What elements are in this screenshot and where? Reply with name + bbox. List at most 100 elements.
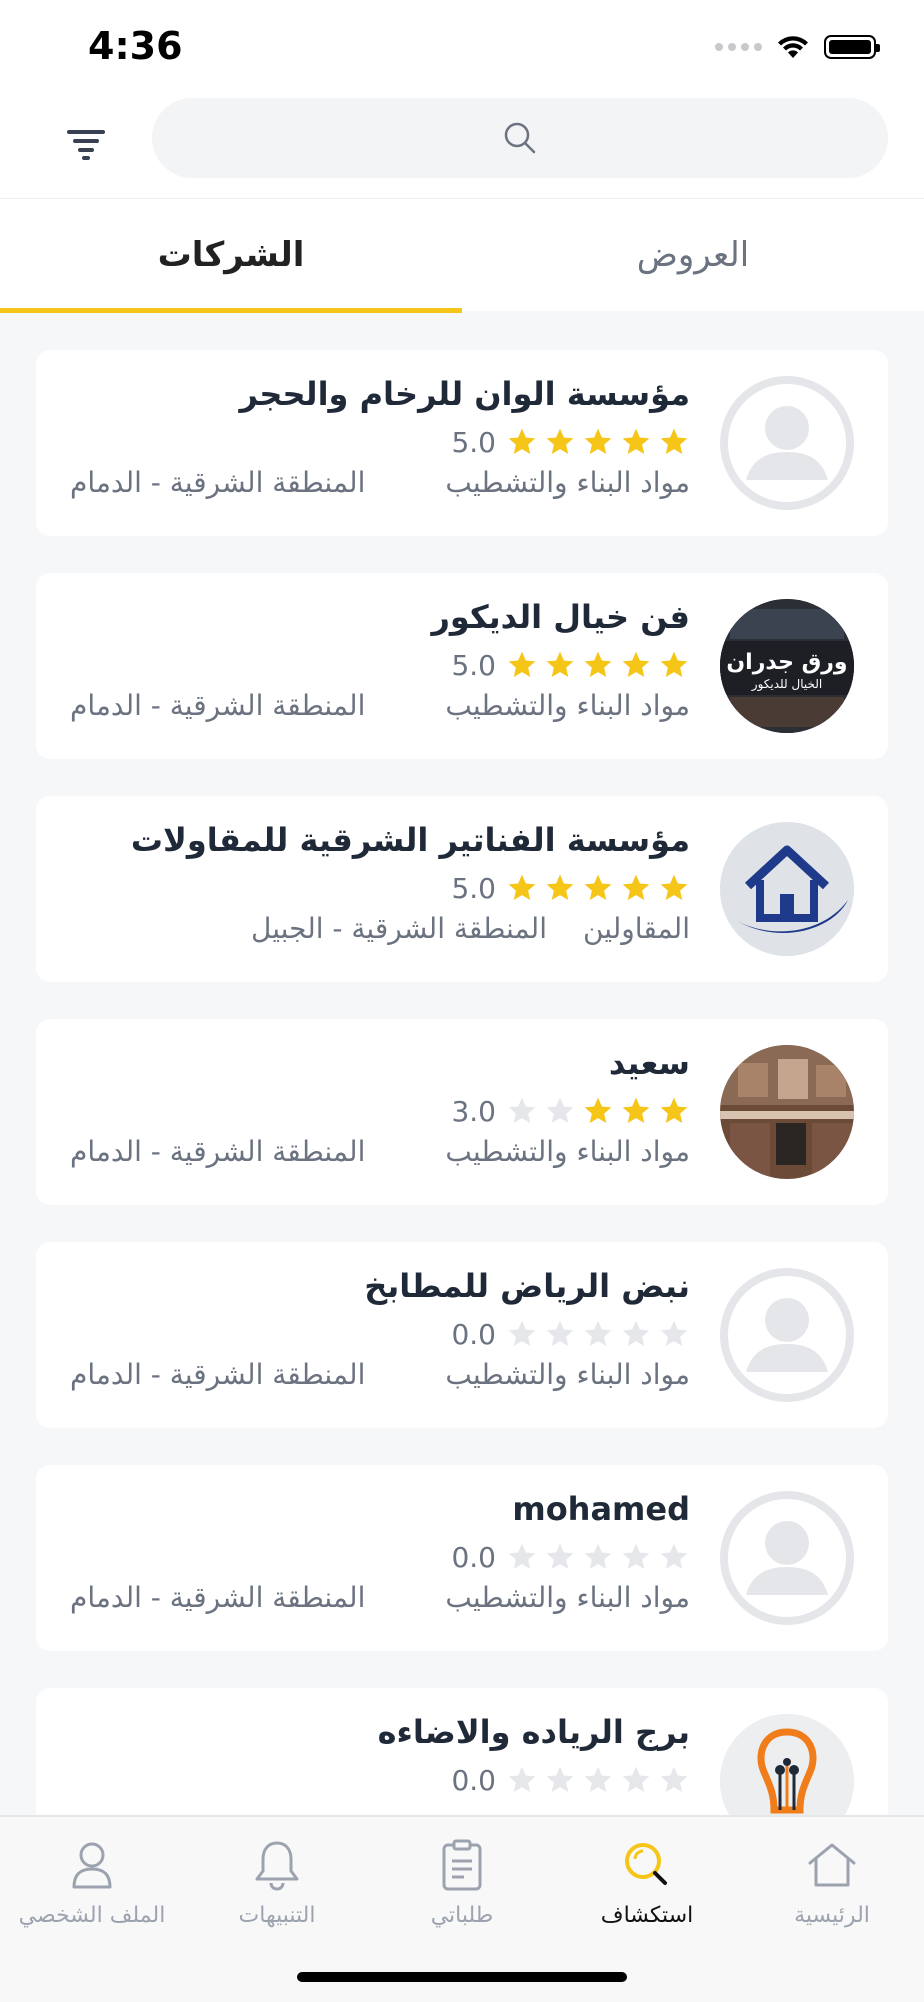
rating-row: 5.0 — [70, 866, 690, 910]
star-filled-icon — [584, 874, 612, 900]
company-name: برج الرياده والاضاءه — [377, 1713, 690, 1751]
user-placeholder-icon — [746, 406, 828, 480]
user-placeholder-icon — [746, 1298, 828, 1372]
company-category: مواد البناء والتشطيب — [445, 466, 690, 499]
company-info: برج الرياده والاضاءه 0.0 — [70, 1708, 690, 1802]
logo-text-main: ورق جدران — [726, 650, 847, 675]
rating-row: 5.0 — [70, 420, 690, 464]
tab-offers-label: العروض — [636, 235, 750, 275]
company-card[interactable]: سعيد 3.0 مواد البناء والتشطيب المنطقة ال… — [36, 1019, 888, 1205]
status-icons — [715, 34, 880, 60]
filter-button[interactable] — [58, 116, 114, 172]
search-icon — [504, 122, 536, 154]
company-location: المنطقة الشرقية - الدمام — [70, 1581, 366, 1614]
star-filled-icon — [660, 874, 688, 900]
meta-row: مواد البناء والتشطيب المنطقة الشرقية - ا… — [70, 1135, 690, 1179]
status-bar: 4:36 — [0, 0, 924, 96]
tab-companies-label: الشركات — [157, 235, 305, 275]
company-card[interactable]: مؤسسة الوان للرخام والحجر 5.0 مواد البنا… — [36, 350, 888, 536]
company-location: المنطقة الشرقية - الدمام — [70, 466, 366, 499]
company-category: مواد البناء والتشطيب — [445, 1358, 690, 1391]
company-name: مؤسسة الوان للرخام والحجر — [239, 375, 690, 413]
house-logo-icon — [720, 822, 854, 956]
rating-row: 0.0 — [70, 1312, 690, 1356]
rating-value: 0.0 — [451, 1540, 496, 1574]
tab-companies[interactable]: الشركات — [0, 199, 462, 313]
home-indicator — [297, 1972, 627, 1982]
search-input[interactable] — [152, 98, 888, 178]
avatar-placeholder — [720, 1268, 854, 1402]
star-filled-icon — [584, 428, 612, 454]
company-info: mohamed 0.0 مواد البناء والتشطيب المنطقة… — [70, 1485, 690, 1625]
star-filled-icon — [508, 428, 536, 454]
company-name: مؤسسة الفناتير الشرقية للمقاولات — [130, 821, 690, 859]
star-rating — [506, 872, 690, 904]
avatar-placeholder — [720, 376, 854, 510]
company-card[interactable]: mohamed 0.0 مواد البناء والتشطيب المنطقة… — [36, 1465, 888, 1651]
rating-value: 0.0 — [451, 1763, 496, 1797]
rating-value: 5.0 — [451, 648, 496, 682]
star-empty-icon — [584, 1766, 612, 1792]
company-name: mohamed — [512, 1490, 690, 1528]
nav-profile-label: الملف الشخصي — [18, 1903, 166, 1928]
company-name: نبض الرياض للمطابخ — [364, 1267, 690, 1305]
star-filled-icon — [546, 874, 574, 900]
star-filled-icon — [584, 651, 612, 677]
logo-text-sub: الخيال للديكور — [751, 677, 822, 692]
company-info: سعيد 3.0 مواد البناء والتشطيب المنطقة ال… — [70, 1039, 690, 1179]
company-name: سعيد — [608, 1044, 690, 1082]
avatar-placeholder — [720, 1491, 854, 1625]
nav-explore[interactable]: استكشاف — [555, 1837, 739, 1947]
nav-orders[interactable]: طلباتي — [370, 1837, 554, 1947]
filter-icon — [67, 130, 105, 160]
star-empty-icon — [622, 1766, 650, 1792]
star-filled-icon — [622, 874, 650, 900]
company-info: فن خيال الديكور 5.0 مواد البناء والتشطيب… — [70, 593, 690, 733]
star-filled-icon — [546, 428, 574, 454]
star-empty-icon — [622, 1543, 650, 1569]
rating-value: 3.0 — [451, 1094, 496, 1128]
company-card[interactable]: ورق جدران الخيال للديكور فن خيال الديكور… — [36, 573, 888, 759]
orders-clipboard-icon — [442, 1839, 482, 1891]
nav-explore-label: استكشاف — [600, 1903, 694, 1928]
star-filled-icon — [584, 1097, 612, 1123]
company-photo — [720, 1045, 854, 1179]
company-info: نبض الرياض للمطابخ 0.0 مواد البناء والتش… — [70, 1262, 690, 1402]
nav-notifications[interactable]: التنبيهات — [185, 1837, 369, 1947]
tab-bar: الشركات العروض — [0, 198, 924, 313]
star-empty-icon — [546, 1543, 574, 1569]
tab-offers[interactable]: العروض — [462, 199, 924, 311]
rating-row: 5.0 — [70, 643, 690, 687]
battery-icon — [824, 35, 880, 59]
meta-row: المقاولين المنطقة الشرقية - الجبيل — [70, 912, 690, 956]
star-filled-icon — [660, 1097, 688, 1123]
company-location: المنطقة الشرقية - الجبيل — [251, 912, 547, 945]
company-list: مؤسسة الوان للرخام والحجر 5.0 مواد البنا… — [36, 350, 888, 1911]
company-card[interactable]: مؤسسة الفناتير الشرقية للمقاولات 5.0 الم… — [36, 796, 888, 982]
bell-icon — [255, 1841, 299, 1891]
star-filled-icon — [546, 651, 574, 677]
meta-row: مواد البناء والتشطيب المنطقة الشرقية - ا… — [70, 466, 690, 510]
star-empty-icon — [660, 1543, 688, 1569]
company-logo: ورق جدران الخيال للديكور — [720, 599, 854, 733]
status-time: 4:36 — [88, 24, 183, 68]
company-category: المقاولين — [582, 912, 690, 945]
star-filled-icon — [622, 428, 650, 454]
star-filled-icon — [622, 1097, 650, 1123]
company-card[interactable]: نبض الرياض للمطابخ 0.0 مواد البناء والتش… — [36, 1242, 888, 1428]
company-category: مواد البناء والتشطيب — [445, 689, 690, 722]
company-info: مؤسسة الفناتير الشرقية للمقاولات 5.0 الم… — [70, 816, 690, 956]
nav-home[interactable]: الرئيسية — [740, 1837, 924, 1947]
company-location: المنطقة الشرقية - الدمام — [70, 1358, 366, 1391]
company-name: فن خيال الديكور — [431, 598, 690, 636]
star-rating — [506, 649, 690, 681]
meta-row: مواد البناء والتشطيب المنطقة الشرقية - ا… — [70, 1581, 690, 1625]
company-info: مؤسسة الوان للرخام والحجر 5.0 مواد البنا… — [70, 370, 690, 510]
kitchen-photo — [720, 1045, 854, 1179]
explore-search-icon — [625, 1843, 667, 1885]
meta-row: مواد البناء والتشطيب المنطقة الشرقية - ا… — [70, 1358, 690, 1402]
nav-profile[interactable]: الملف الشخصي — [0, 1837, 184, 1947]
company-location: المنطقة الشرقية - الدمام — [70, 689, 366, 722]
star-rating — [506, 426, 690, 458]
company-location: المنطقة الشرقية - الدمام — [70, 1135, 366, 1168]
